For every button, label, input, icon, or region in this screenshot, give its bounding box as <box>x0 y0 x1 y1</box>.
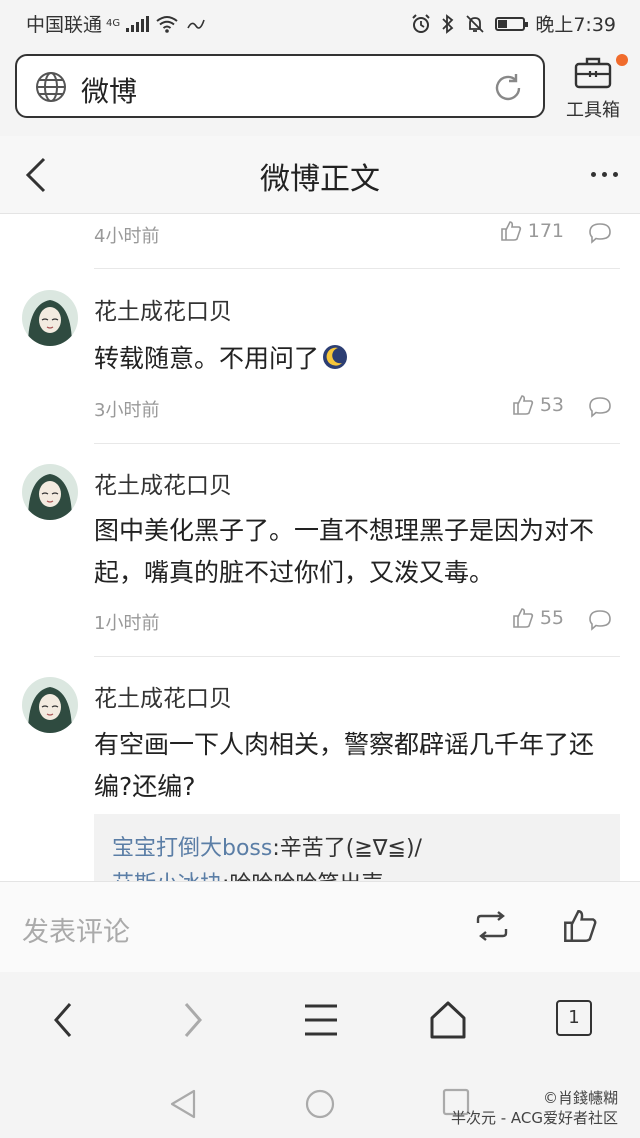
notification-dot <box>616 54 628 66</box>
reply-line: 艾斯小冰块:哈哈哈哈笑出声 <box>112 866 383 881</box>
nfc-icon <box>187 19 205 29</box>
menu-icon[interactable] <box>302 1000 340 1040</box>
divider <box>94 443 620 444</box>
page-title: 微博正文 <box>260 162 380 197</box>
globe-icon <box>36 72 66 102</box>
comment-username[interactable]: 花土成花口贝 <box>94 466 232 500</box>
comment-meta: 3小时前 53 <box>94 390 620 426</box>
like-count: 171 <box>527 220 564 242</box>
browser-nav-bar: 1 <box>0 972 640 1070</box>
comment-list[interactable]: 4小时前 171 花土成花口贝 转载随意。不用问了 3小时前 53 花土成花口贝… <box>0 214 640 881</box>
watermark-line-1: ©肖錢幰糊 <box>542 1089 618 1107</box>
avatar[interactable] <box>22 290 78 346</box>
address-bar[interactable]: 微博 <box>15 54 545 118</box>
like-count: 55 <box>539 607 564 629</box>
divider <box>94 268 620 269</box>
comment-username[interactable]: 花土成花口贝 <box>94 292 232 326</box>
like-button[interactable]: 53 <box>512 394 564 416</box>
toolbox-button[interactable]: 工具箱 <box>560 54 628 122</box>
comment-meta: 4小时前 171 <box>94 216 620 252</box>
tab-count: 1 <box>568 1007 580 1028</box>
like-icon[interactable] <box>562 908 598 944</box>
thumbs-up-icon <box>500 221 521 241</box>
comment-bar: 发表评论 <box>0 881 640 973</box>
reply-icon[interactable] <box>588 609 612 631</box>
reply-text: :辛苦了(≧∇≦)/ <box>272 836 422 861</box>
reply-preview[interactable]: 宝宝打倒大boss:辛苦了(≧∇≦)/ 艾斯小冰块:哈哈哈哈笑出声 <box>94 814 620 881</box>
avatar[interactable] <box>22 464 78 520</box>
thumbs-up-icon <box>513 395 533 415</box>
status-bar: 中国联通 4G 晚上7:39 <box>0 0 640 44</box>
comment-input[interactable]: 发表评论 <box>22 910 130 949</box>
like-button[interactable]: 171 <box>500 220 564 242</box>
system-nav-bar: ©肖錢幰糊 半次元 - ACG爱好者社区 <box>0 1070 640 1138</box>
back-arrow-icon[interactable] <box>48 1000 78 1040</box>
comment-text: 转载随意。不用问了 <box>94 338 614 380</box>
sys-home-icon[interactable] <box>304 1088 336 1120</box>
battery-icon <box>495 16 529 31</box>
carrier-label: 中国联通 <box>26 14 103 36</box>
home-icon[interactable] <box>428 1000 468 1040</box>
sys-back-icon[interactable] <box>168 1088 198 1120</box>
comment-text: 图中美化黑子了。一直不想理黑子是因为对不起，嘴真的脏不过你们，又泼又毒。 <box>94 516 595 587</box>
alarm-icon <box>412 13 431 33</box>
tabs-button[interactable]: 1 <box>556 1000 592 1036</box>
toolbox-label: 工具箱 <box>566 100 620 121</box>
thumbs-up-icon <box>513 608 533 628</box>
moon-emoji-icon <box>323 345 348 369</box>
divider <box>94 656 620 657</box>
reply-username[interactable]: 艾斯小冰块 <box>112 872 222 881</box>
reply-text: :哈哈哈哈笑出声 <box>222 872 383 881</box>
browser-toolbar: 微博 工具箱 <box>0 44 640 136</box>
reply-icon[interactable] <box>588 396 612 418</box>
like-button[interactable]: 55 <box>512 607 564 629</box>
network-label: 4G <box>106 18 121 29</box>
address-text: 微博 <box>81 75 138 108</box>
comment-time: 3小时前 <box>94 400 160 421</box>
comment-meta: 1小时前 55 <box>94 603 620 639</box>
clock-label: 晚上7:39 <box>535 14 616 36</box>
like-count: 53 <box>539 394 564 416</box>
more-options-icon[interactable] <box>591 172 618 177</box>
wifi-icon <box>156 15 178 33</box>
comment-time: 4小时前 <box>94 226 160 247</box>
signal-icon <box>126 15 150 32</box>
comment-time: 1小时前 <box>94 613 160 634</box>
bluetooth-icon <box>442 13 454 34</box>
toolbox-icon <box>574 57 612 89</box>
page-header: 微博正文 <box>0 136 640 214</box>
reply-username[interactable]: 宝宝打倒大boss <box>112 836 272 861</box>
watermark: ©肖錢幰糊 半次元 - ACG爱好者社区 <box>451 1088 618 1128</box>
reply-icon[interactable] <box>588 222 612 244</box>
comment-text: 有空画一下人肉相关，警察都辟谣几千年了还编?还编? <box>94 730 595 801</box>
watermark-line-2: 半次元 - ACG爱好者社区 <box>450 1109 618 1127</box>
refresh-icon[interactable] <box>491 71 525 105</box>
reply-line: 宝宝打倒大boss:辛苦了(≧∇≦)/ <box>112 830 422 862</box>
mute-bell-icon <box>466 14 484 33</box>
avatar[interactable] <box>22 677 78 733</box>
comment-username[interactable]: 花土成花口贝 <box>94 679 232 713</box>
repost-icon[interactable] <box>474 910 510 942</box>
forward-arrow-icon[interactable] <box>178 1000 208 1040</box>
